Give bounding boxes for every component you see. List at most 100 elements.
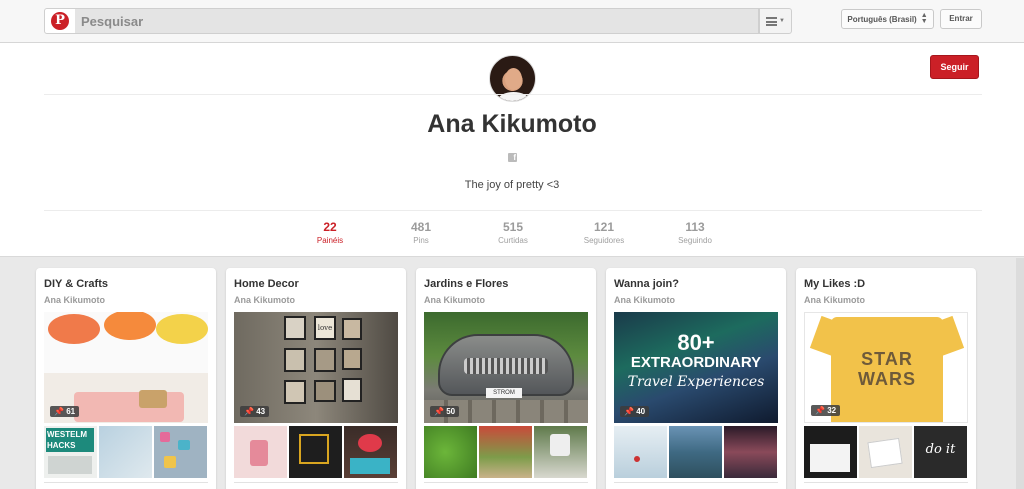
select-arrows-icon: ▲ ▼ — [920, 12, 928, 25]
hamburger-icon — [766, 16, 778, 26]
stat-likes[interactable]: 515 Curtidas — [473, 220, 553, 245]
pin-count: 40 — [636, 407, 646, 416]
license-plate-text: STROM — [486, 388, 522, 398]
board-cover-image[interactable]: STROM 📌 50 — [424, 312, 588, 423]
stat-label: Painéis — [316, 236, 344, 245]
board-cover-image[interactable]: 80+ EXTRAORDINARY Travel Experiences 📌 4… — [614, 312, 778, 423]
sticker-image — [160, 432, 170, 442]
board-cover-image[interactable]: STAR WARS 📌 32 — [804, 312, 968, 423]
board-card[interactable]: Wanna join? Ana Kikumoto 80+ EXTRAORDINA… — [606, 268, 786, 489]
board-cover-image[interactable]: love 📌 43 — [234, 312, 398, 423]
divider — [44, 482, 208, 483]
divider — [44, 210, 982, 211]
person-image — [634, 456, 640, 462]
language-select[interactable]: Português (Brasil) ▲ ▼ — [841, 9, 934, 29]
board-thumbnail[interactable] — [234, 426, 287, 478]
board-owner[interactable]: Ana Kikumoto — [424, 295, 485, 305]
pinterest-logo[interactable]: P — [44, 8, 76, 34]
profile-name: Ana Kikumoto — [427, 110, 597, 138]
board-card[interactable]: My Likes :D Ana Kikumoto STAR WARS 📌 32 … — [796, 268, 976, 489]
sticker-image — [164, 456, 176, 468]
pin-count-badge: 📌 40 — [620, 406, 650, 417]
paper-lantern-image — [48, 314, 100, 344]
pin-count: 50 — [446, 407, 456, 416]
board-thumbnail[interactable] — [669, 426, 722, 478]
paper-lantern-image — [156, 314, 208, 344]
thumbnail-text: WESTELM HACKS — [46, 428, 94, 452]
board-thumbnail[interactable] — [859, 426, 912, 478]
pin-count: 43 — [256, 407, 266, 416]
board-owner[interactable]: Ana Kikumoto — [614, 295, 675, 305]
pin-count: 61 — [66, 407, 76, 416]
pin-count-badge: 📌 43 — [240, 406, 270, 417]
board-card[interactable]: Home Decor Ana Kikumoto love 📌 43 — [226, 268, 406, 489]
photo-frame-image — [314, 380, 336, 402]
stat-label: Pins — [413, 236, 429, 245]
board-card[interactable]: Jardins e Flores Ana Kikumoto STROM 📌 50 — [416, 268, 596, 489]
photo-frame-image — [342, 378, 362, 402]
stat-following[interactable]: 113 Seguindo — [655, 220, 735, 245]
car-grille-image — [464, 358, 548, 374]
follow-button[interactable]: Seguir — [930, 55, 979, 79]
stat-pins[interactable]: 481 Pins — [381, 220, 461, 245]
board-card[interactable]: DIY & Crafts Ana Kikumoto 📌 61 WESTELM H… — [36, 268, 216, 489]
board-title[interactable]: Jardins e Flores — [424, 278, 508, 290]
pinterest-p-icon: P — [51, 12, 69, 30]
thumbnail-text: do it — [925, 442, 956, 457]
cover-headline: EXTRAORDINARY — [630, 354, 762, 371]
pin-count-badge: 📌 50 — [430, 406, 460, 417]
chevron-down-icon: ▼ — [779, 18, 785, 24]
board-thumbnail[interactable] — [424, 426, 477, 478]
categories-menu-button[interactable]: ▼ — [759, 8, 792, 34]
stat-value: 113 — [685, 220, 705, 234]
board-thumbnail[interactable] — [344, 426, 397, 478]
basket-image — [139, 390, 167, 408]
stat-label: Seguindo — [678, 236, 712, 245]
stat-boards[interactable]: 22 Painéis — [290, 220, 370, 245]
board-thumbnail[interactable] — [804, 426, 857, 478]
sticker-image — [178, 440, 190, 450]
board-title[interactable]: My Likes :D — [804, 278, 865, 290]
cover-headline-number: 80+ — [677, 330, 715, 355]
divider — [44, 94, 982, 95]
board-title[interactable]: DIY & Crafts — [44, 278, 108, 290]
board-owner[interactable]: Ana Kikumoto — [804, 295, 865, 305]
profile-bio: The joy of pretty <3 — [464, 179, 560, 191]
avatar-face — [505, 68, 522, 90]
board-thumbnail[interactable] — [614, 426, 667, 478]
board-thumbnail[interactable] — [289, 426, 342, 478]
paper-image — [867, 437, 903, 469]
board-title[interactable]: Wanna join? — [614, 278, 679, 290]
vase-image — [250, 440, 268, 466]
board-thumbnail[interactable] — [479, 426, 532, 478]
board-owner[interactable]: Ana Kikumoto — [234, 295, 295, 305]
login-button[interactable]: Entrar — [940, 9, 982, 29]
stat-label: Curtidas — [498, 236, 528, 245]
divider — [424, 482, 588, 483]
scrollbar[interactable] — [1016, 258, 1024, 489]
board-thumbnail[interactable] — [534, 426, 587, 478]
board-cover-image[interactable]: 📌 61 — [44, 312, 208, 423]
search-input[interactable]: Pesquisar — [75, 8, 759, 34]
facebook-icon[interactable]: f — [508, 153, 517, 162]
stat-followers[interactable]: 121 Seguidores — [564, 220, 644, 245]
board-thumbnail[interactable]: WESTELM HACKS — [44, 426, 97, 478]
language-label: Português (Brasil) — [847, 14, 917, 24]
notebook-image — [810, 444, 850, 472]
board-thumbnail[interactable] — [724, 426, 777, 478]
photo-frame-image — [284, 316, 306, 340]
photo-frame-image — [284, 348, 306, 372]
paper-lantern-image — [104, 312, 156, 340]
love-frame-text: love — [314, 316, 336, 340]
table-decor-image — [74, 392, 184, 422]
pin-count: 32 — [827, 406, 837, 415]
board-thumbnail[interactable]: do it — [914, 426, 967, 478]
board-thumbnail[interactable] — [99, 426, 152, 478]
board-owner[interactable]: Ana Kikumoto — [44, 295, 105, 305]
board-thumbnail[interactable] — [154, 426, 207, 478]
top-bar: P Pesquisar ▼ Português (Brasil) ▲ ▼ Entr… — [0, 0, 1024, 43]
stat-value: 481 — [410, 220, 432, 234]
table-image — [350, 458, 390, 474]
board-title[interactable]: Home Decor — [234, 278, 299, 290]
divider — [234, 482, 398, 483]
